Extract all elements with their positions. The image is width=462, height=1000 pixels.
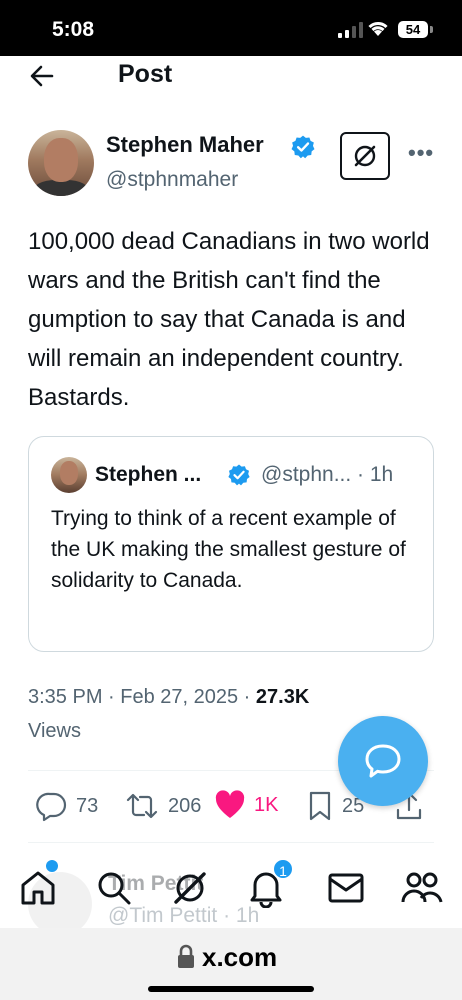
status-bar: 5:08 54 [0, 0, 462, 56]
repost-icon [126, 793, 158, 819]
home-icon [21, 871, 55, 905]
messages-icon [328, 873, 364, 903]
repost-button[interactable]: 206 [124, 790, 201, 822]
home-unread-dot [46, 860, 58, 872]
quoted-post[interactable]: Stephen ... @stphn... · 1h Trying to thi… [28, 436, 434, 652]
author-row: Stephen Maher @stphnmaher ••• [0, 130, 462, 200]
notification-count-badge: 1 [272, 858, 294, 880]
repost-count: 206 [168, 794, 202, 817]
bottom-tab-bar: 1 [0, 852, 462, 926]
quoted-text: Trying to think of a recent example of t… [51, 507, 406, 592]
reply-button[interactable]: 73 [36, 790, 98, 822]
quoted-author-name: Stephen ... [95, 463, 202, 486]
battery-tip [430, 26, 433, 33]
post-text: 100,000 dead Canadians in two world wars… [28, 228, 430, 411]
verified-badge-icon [291, 135, 315, 159]
quoted-author-meta: @stphn... · 1h [261, 463, 393, 487]
tab-messages[interactable] [324, 866, 368, 910]
quoted-author-handle: @stphn... [261, 463, 352, 486]
page-title: Post [118, 60, 173, 88]
reply-count: 73 [76, 794, 99, 817]
quoted-time: · 1h [357, 463, 394, 486]
wifi-icon [368, 22, 388, 36]
verified-badge-icon [228, 464, 250, 486]
signal-icon [338, 22, 363, 38]
home-indicator [148, 986, 314, 992]
url-domain[interactable]: x.com [202, 942, 277, 973]
grok-button[interactable] [340, 132, 390, 180]
views-label[interactable]: Views [28, 720, 81, 742]
compose-reply-button[interactable] [338, 716, 428, 806]
bookmark-icon [309, 791, 331, 821]
post-header: Post [0, 56, 462, 96]
reply-icon [36, 792, 67, 822]
tab-grok[interactable] [168, 866, 212, 910]
author-handle[interactable]: @stphnmaher [106, 168, 238, 192]
views-count: 27.3K [255, 686, 310, 708]
avatar[interactable] [28, 130, 94, 196]
search-icon [98, 872, 131, 905]
communities-icon [401, 872, 443, 903]
status-time: 5:08 [52, 18, 95, 41]
lock-icon [178, 944, 194, 968]
battery-icon: 54 [398, 21, 428, 38]
quoted-avatar [51, 457, 87, 493]
post-timestamp: 3:35 PM · Feb 27, 2025 · [28, 686, 256, 708]
more-options-icon[interactable]: ••• [408, 140, 434, 166]
divider [28, 842, 434, 843]
like-count: 1K [254, 793, 279, 816]
tab-home[interactable] [16, 866, 60, 910]
grok-icon [174, 872, 206, 904]
browser-url-bar[interactable]: x.com [0, 928, 462, 1000]
grok-icon [354, 145, 376, 167]
chat-bubble-icon [365, 744, 401, 778]
like-button[interactable]: 1K [214, 790, 278, 820]
back-arrow-icon[interactable] [28, 62, 56, 90]
tab-communities[interactable] [400, 866, 444, 910]
author-name[interactable]: Stephen Maher [106, 132, 264, 158]
heart-icon [215, 790, 245, 818]
tab-search[interactable] [92, 866, 136, 910]
